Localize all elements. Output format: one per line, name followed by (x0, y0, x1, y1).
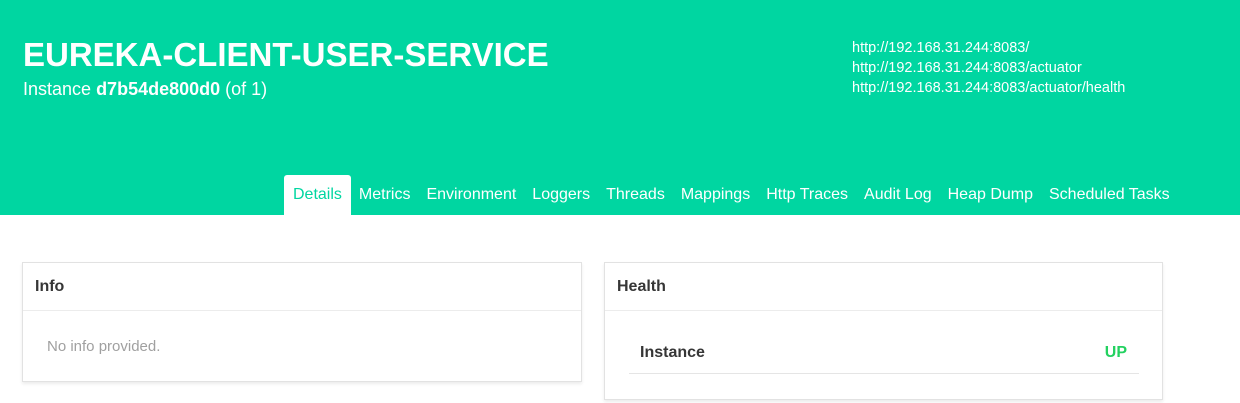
application-title: EUREKA-CLIENT-USER-SERVICE (23, 36, 549, 73)
tab-metrics[interactable]: Metrics (351, 175, 419, 215)
info-empty-message: No info provided. (47, 338, 161, 355)
instance-tabs: Details Metrics Environment Loggers Thre… (284, 175, 1178, 215)
info-card: Info No info provided. (22, 262, 582, 382)
instance-prefix: Instance (23, 79, 92, 99)
health-row: Instance UP (629, 333, 1139, 374)
health-card: Health Instance UP (604, 262, 1163, 400)
tab-mappings[interactable]: Mappings (673, 175, 758, 215)
instance-id: d7b54de800d0 (96, 79, 221, 99)
info-card-title: Info (23, 263, 581, 311)
health-component-name: Instance (640, 344, 705, 361)
tab-scheduled-tasks[interactable]: Scheduled Tasks (1041, 175, 1178, 215)
tab-details[interactable]: Details (284, 175, 351, 215)
tab-heap-dump[interactable]: Heap Dump (940, 175, 1041, 215)
health-card-title: Health (605, 263, 1162, 311)
tab-loggers[interactable]: Loggers (524, 175, 598, 215)
tab-threads[interactable]: Threads (598, 175, 673, 215)
tab-audit-log[interactable]: Audit Log (856, 175, 940, 215)
health-status-badge: UP (1104, 344, 1127, 361)
tab-http-traces[interactable]: Http Traces (758, 175, 856, 215)
instance-count: (of 1) (225, 79, 268, 99)
instance-subtitle: Instance d7b54de800d0 (of 1) (23, 79, 267, 100)
instance-links: http://192.168.31.244:8083/ http://192.1… (852, 38, 1125, 98)
management-url-link[interactable]: http://192.168.31.244:8083/actuator (852, 58, 1125, 78)
health-url-link[interactable]: http://192.168.31.244:8083/actuator/heal… (852, 78, 1125, 98)
tab-environment[interactable]: Environment (418, 175, 524, 215)
app-header: EUREKA-CLIENT-USER-SERVICE Instance d7b5… (0, 0, 1240, 215)
service-url-link[interactable]: http://192.168.31.244:8083/ (852, 38, 1125, 58)
